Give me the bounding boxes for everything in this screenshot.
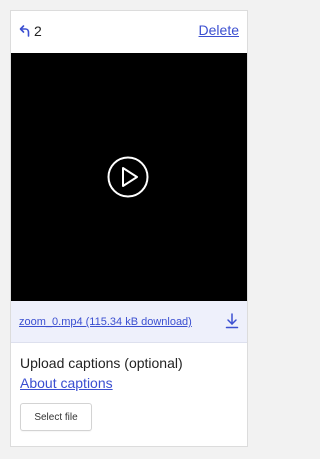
file-download-link[interactable]: zoom_0.mp4 (115.34 kB download) bbox=[19, 316, 192, 328]
video-player[interactable] bbox=[11, 53, 247, 301]
undo-arrow-icon bbox=[19, 25, 30, 37]
captions-section: Upload captions (optional) About caption… bbox=[11, 343, 247, 446]
back-count: 2 bbox=[34, 23, 42, 39]
delete-link[interactable]: Delete bbox=[199, 22, 239, 38]
about-captions-link[interactable]: About captions bbox=[20, 375, 113, 391]
play-circle-icon[interactable] bbox=[107, 156, 149, 198]
card-header: 2 Delete bbox=[11, 11, 247, 53]
media-card: 2 Delete zoom_0.mp4 (115.34 kB download)… bbox=[10, 10, 248, 447]
download-icon[interactable] bbox=[225, 313, 239, 329]
select-file-button[interactable]: Select file bbox=[20, 403, 92, 431]
captions-title: Upload captions (optional) bbox=[20, 355, 183, 371]
file-row: zoom_0.mp4 (115.34 kB download) bbox=[11, 301, 247, 343]
back-button[interactable]: 2 bbox=[19, 23, 42, 39]
